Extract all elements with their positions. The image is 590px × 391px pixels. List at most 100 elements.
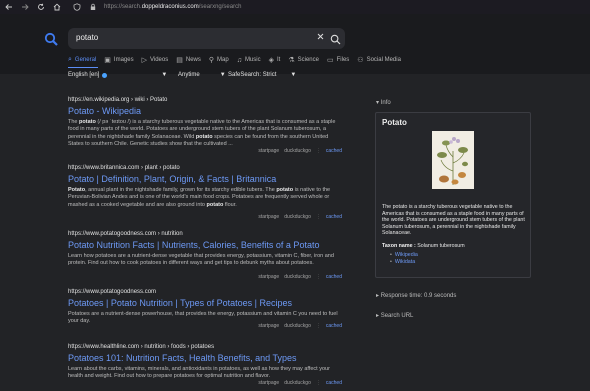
engine-label: duckduckgo: [284, 380, 311, 386]
result-snippet: Potato, annual plant in the nightshade f…: [68, 187, 331, 208]
result-engines: startpage duckduckgo ⋮ cached: [253, 214, 342, 220]
result-engines: startpage duckduckgo ⋮ cached: [253, 380, 342, 386]
result-item: https://www.healthline.com › nutrition ›…: [68, 344, 342, 386]
tab-label: News: [185, 57, 201, 63]
tab-social-media[interactable]: ⚇ Social Media: [357, 54, 401, 66]
home-icon[interactable]: [50, 0, 64, 14]
result-title-link[interactable]: Potatoes | Potato Nutrition | Types of P…: [68, 298, 342, 308]
forward-arrow-icon[interactable]: [18, 0, 32, 14]
newspaper-icon: ▤: [176, 57, 183, 64]
video-icon: ▷: [141, 57, 147, 64]
shield-icon[interactable]: [70, 0, 84, 14]
result-title-link[interactable]: Potato - Wikipedia: [68, 106, 342, 116]
tab-news[interactable]: ▤ News: [176, 54, 201, 66]
result-title-link[interactable]: Potatoes 101: Nutrition Facts, Health Be…: [68, 353, 342, 363]
infobox: Potato The potato is a starchy tuberous …: [375, 112, 531, 278]
tab-label: Music: [244, 57, 261, 63]
category-tabs: ⌕ General ▣ Images ▷ Videos ▤ News ⚲ Map ♫ Music ◈ It…: [68, 54, 409, 66]
result-snippet: Learn about the carbs, vitamins, mineral…: [68, 366, 330, 380]
cached-link[interactable]: cached: [326, 274, 342, 280]
result-snippet: The potato (/ pə ˈteɪtoʊ /) is a starchy…: [68, 119, 336, 148]
status-dot-icon: [102, 72, 108, 78]
back-arrow-icon[interactable]: [2, 0, 16, 14]
engine-label: duckduckgo: [284, 274, 311, 280]
result-url[interactable]: https://www.potatogoodness.com: [68, 289, 342, 295]
cached-link[interactable]: cached: [326, 148, 342, 154]
search-box: [68, 28, 345, 49]
engine-label: duckduckgo: [284, 214, 311, 220]
searxng-logo-icon[interactable]: [44, 32, 58, 46]
result-title-link[interactable]: Potato Nutrition Facts | Nutrients, Calo…: [68, 240, 342, 250]
result-url[interactable]: https://www.britannica.com › plant › pot…: [68, 165, 342, 171]
chevron-down-icon: ▼: [219, 72, 226, 78]
search-url-toggle[interactable]: ▸ Search URL: [376, 312, 413, 319]
tab-label: Videos: [149, 57, 169, 63]
engine-label: startpage: [258, 148, 280, 154]
address-bar[interactable]: https://search.doppeldraconius.com/searx…: [104, 4, 241, 10]
engine-label: startpage: [258, 323, 280, 329]
search-button[interactable]: [330, 32, 342, 45]
infobox-link-wikipedia[interactable]: Wikipedia: [395, 252, 418, 259]
separator: ⋮: [315, 274, 321, 280]
separator: ⋮: [315, 148, 321, 154]
tab-science[interactable]: ⚗ Science: [288, 54, 319, 66]
lock-icon[interactable]: [86, 0, 100, 14]
separator: ⋮: [315, 214, 321, 220]
engine-label: startpage: [258, 380, 280, 386]
result-url[interactable]: https://www.potatogoodness.com › nutriti…: [68, 231, 342, 237]
result-engines: startpage duckduckgo ⋮ cached: [253, 148, 342, 154]
info-section-toggle[interactable]: ▾ Info: [376, 99, 391, 106]
safesearch-label: SafeSearch: Strict: [228, 72, 277, 78]
tab-label: Social Media: [366, 57, 401, 63]
music-note-icon: ♫: [236, 56, 242, 64]
result-engines: startpage duckduckgo ⋮ cached: [253, 274, 342, 280]
cached-link[interactable]: cached: [326, 323, 342, 329]
tab-label: Map: [217, 57, 229, 63]
result-item: https://www.potatogoodness.com › nutriti…: [68, 231, 342, 280]
chevron-down-icon: ▼: [290, 72, 297, 78]
engine-label: startpage: [258, 274, 280, 280]
time-range-label: Anytime: [178, 72, 200, 78]
infobox-description: The potato is a starchy tuberous vegetab…: [382, 204, 525, 237]
search-filters: English [en] ▼ Anytime ▼ SafeSearch: Str…: [0, 72, 590, 82]
active-tab-indicator: [68, 67, 98, 68]
infobox-link-wikidata[interactable]: Wikidata: [395, 259, 418, 266]
infobox-taxon: Taxon name : Solanum tuberosum: [382, 243, 465, 249]
clear-button[interactable]: [316, 32, 325, 44]
image-icon: ▣: [104, 57, 111, 64]
search-input[interactable]: [76, 33, 306, 42]
result-title-link[interactable]: Potato | Definition, Plant, Origin, & Fa…: [68, 174, 342, 184]
browser-toolbar: https://search.doppeldraconius.com/searx…: [0, 0, 590, 14]
engine-label: duckduckgo: [284, 323, 311, 329]
cached-link[interactable]: cached: [326, 214, 342, 220]
result-item: https://www.potatogoodness.com Potatoes |…: [68, 289, 342, 329]
tab-it[interactable]: ◈ It: [269, 54, 281, 66]
folder-icon: ▭: [326, 57, 334, 64]
separator: ⋮: [315, 380, 321, 386]
tab-videos[interactable]: ▷ Videos: [142, 54, 169, 66]
tab-label: General: [74, 57, 97, 63]
separator: ⋮: [315, 323, 321, 329]
time-range-select[interactable]: Anytime ▼: [178, 72, 226, 78]
engine-label: startpage: [258, 214, 280, 220]
tab-images[interactable]: ▣ Images: [104, 54, 133, 66]
flask-icon: ⚗: [288, 57, 295, 64]
tab-music[interactable]: ♫ Music: [237, 54, 261, 66]
tab-files[interactable]: ▭ Files: [327, 54, 349, 66]
people-icon: ⚇: [357, 57, 364, 64]
result-url[interactable]: https://en.wikipedia.org › wiki › Potato: [68, 97, 342, 103]
safesearch-select[interactable]: SafeSearch: Strict ▼: [228, 72, 296, 78]
reload-icon[interactable]: [34, 0, 48, 14]
tab-map[interactable]: ⚲ Map: [209, 54, 229, 66]
result-url[interactable]: https://www.healthline.com › nutrition ›…: [68, 344, 342, 350]
magnifier-icon: [330, 34, 341, 45]
language-select[interactable]: English [en] ▼: [68, 72, 167, 78]
tab-label: It: [277, 57, 281, 63]
cached-link[interactable]: cached: [326, 380, 342, 386]
result-engines: startpage duckduckgo ⋮ cached: [253, 323, 342, 329]
tab-general[interactable]: ⌕ General: [68, 54, 96, 66]
infobox-image[interactable]: [432, 131, 474, 189]
response-time-toggle[interactable]: ▸ Response time: 0.9 seconds: [376, 292, 456, 299]
tab-label: Files: [336, 57, 350, 63]
infobox-title: Potato: [382, 118, 407, 127]
